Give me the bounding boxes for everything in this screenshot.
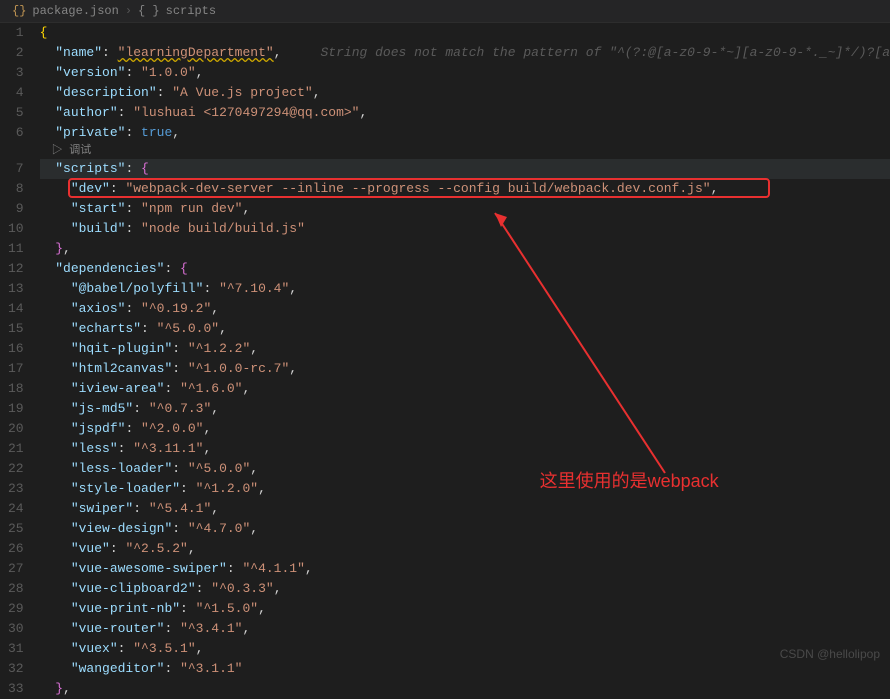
breadcrumb-path[interactable]: scripts xyxy=(166,4,216,18)
code-content[interactable]: { "name": "learningDepartment", String d… xyxy=(40,23,890,668)
code-line[interactable]: "@babel/polyfill": "^7.10.4", xyxy=(40,279,890,299)
watermark: CSDN @hellolipop xyxy=(780,647,880,661)
code-line[interactable]: "vuex": "^3.5.1", xyxy=(40,639,890,659)
code-line[interactable]: "description": "A Vue.js project", xyxy=(40,83,890,103)
code-line[interactable]: "vue": "^2.5.2", xyxy=(40,539,890,559)
code-line[interactable]: { xyxy=(40,23,890,43)
code-line[interactable]: "scripts": { xyxy=(40,159,890,179)
code-line[interactable]: "hqit-plugin": "^1.2.2", xyxy=(40,339,890,359)
code-line[interactable]: "dev": "webpack-dev-server --inline --pr… xyxy=(40,179,890,199)
code-line[interactable]: "vue-awesome-swiper": "^4.1.1", xyxy=(40,559,890,579)
code-line[interactable]: "echarts": "^5.0.0", xyxy=(40,319,890,339)
line-number-gutter: 1 2 3 4 5 6 7 8 9 10 11 12 13 14 15 16 1… xyxy=(0,23,40,668)
code-line[interactable]: "version": "1.0.0", xyxy=(40,63,890,83)
code-line[interactable]: "name": "learningDepartment", String doe… xyxy=(40,43,890,63)
code-line[interactable]: "less-loader": "^5.0.0", xyxy=(40,459,890,479)
code-line[interactable]: "jspdf": "^2.0.0", xyxy=(40,419,890,439)
chevron-right-icon: › xyxy=(125,4,132,18)
code-line[interactable]: "js-md5": "^0.7.3", xyxy=(40,399,890,419)
code-line[interactable]: "html2canvas": "^1.0.0-rc.7", xyxy=(40,359,890,379)
code-line[interactable]: }, xyxy=(40,239,890,259)
code-line[interactable]: "axios": "^0.19.2", xyxy=(40,299,890,319)
code-line[interactable]: "vue-router": "^3.4.1", xyxy=(40,619,890,639)
code-line[interactable]: "style-loader": "^1.2.0", xyxy=(40,479,890,499)
braces-icon: { } xyxy=(138,4,160,18)
breadcrumb-file[interactable]: package.json xyxy=(32,4,118,18)
json-file-icon: {} xyxy=(12,4,26,18)
code-line[interactable]: "vue-clipboard2": "^0.3.3", xyxy=(40,579,890,599)
code-line[interactable]: }, xyxy=(40,679,890,699)
code-line[interactable]: "private": true, xyxy=(40,123,890,143)
code-line[interactable]: "view-design": "^4.7.0", xyxy=(40,519,890,539)
code-line[interactable]: "swiper": "^5.4.1", xyxy=(40,499,890,519)
code-line[interactable]: "build": "node build/build.js" xyxy=(40,219,890,239)
code-line[interactable]: "iview-area": "^1.6.0", xyxy=(40,379,890,399)
code-line[interactable]: "author": "lushuai <1270497294@qq.com>", xyxy=(40,103,890,123)
code-line[interactable]: "start": "npm run dev", xyxy=(40,199,890,219)
code-line[interactable]: "less": "^3.11.1", xyxy=(40,439,890,459)
code-editor[interactable]: 1 2 3 4 5 6 7 8 9 10 11 12 13 14 15 16 1… xyxy=(0,23,890,668)
code-line[interactable]: "wangeditor": "^3.1.1" xyxy=(40,659,890,679)
debug-codelens[interactable]: 调试 xyxy=(40,143,890,159)
breadcrumb[interactable]: {} package.json › { } scripts xyxy=(0,0,890,23)
code-line[interactable]: "dependencies": { xyxy=(40,259,890,279)
code-line[interactable]: "vue-print-nb": "^1.5.0", xyxy=(40,599,890,619)
